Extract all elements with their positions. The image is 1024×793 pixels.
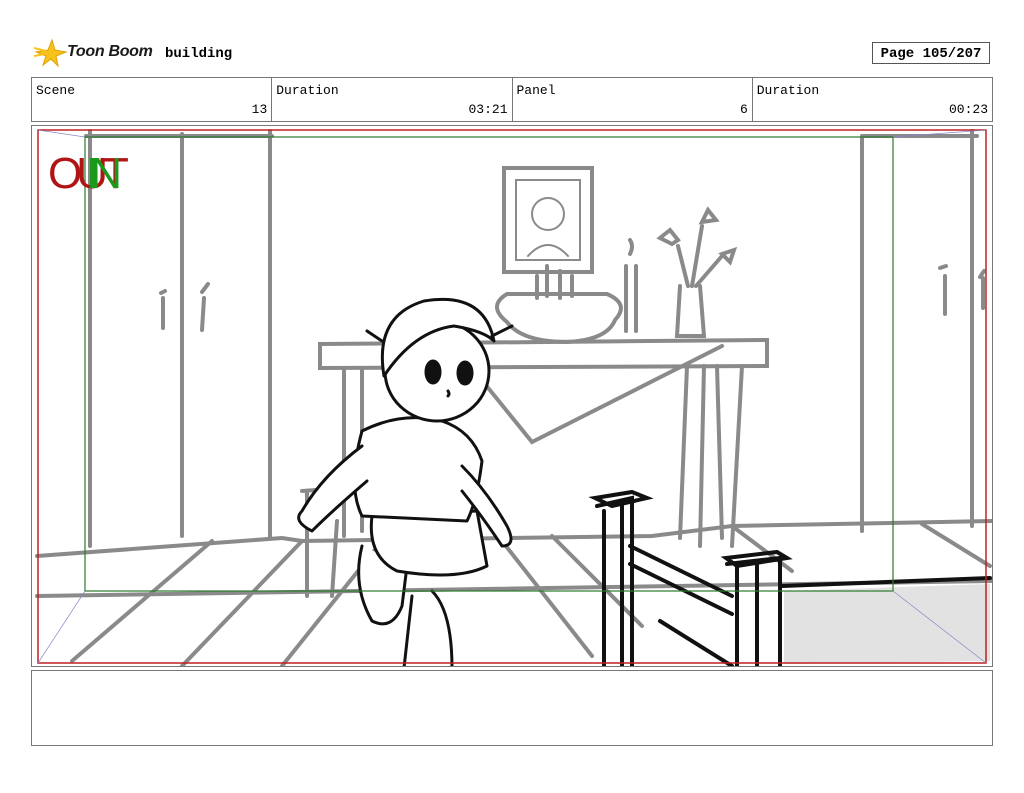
- project-name: building: [165, 46, 233, 62]
- panel-sketch: OUT IN: [35, 129, 992, 666]
- logo-star-icon: [34, 38, 68, 68]
- panel-duration-value: 00:23: [948, 102, 988, 117]
- page-number: Page 105/207: [872, 42, 990, 64]
- girl-character: [297, 297, 514, 666]
- panel-duration-cell: Duration 00:23: [753, 78, 992, 121]
- panel-cell: Panel 6: [513, 78, 753, 121]
- scene-duration-value: 03:21: [468, 102, 508, 117]
- panel-label: Panel: [516, 83, 556, 98]
- panel-duration-label: Duration: [756, 83, 820, 98]
- scene-duration-label: Duration: [276, 83, 339, 98]
- panel-info-row: Scene 13 Duration 03:21 Panel 6 Duration…: [31, 77, 993, 122]
- panel-value: 6: [739, 102, 748, 117]
- floor-shadow: [784, 584, 990, 664]
- scene-cell: Scene 13: [32, 78, 273, 121]
- logo-text: Toon Boom: [67, 43, 153, 60]
- scene-value: 13: [251, 102, 268, 117]
- scene-label: Scene: [36, 83, 76, 98]
- panel-notes-box: [31, 670, 993, 746]
- background-sketch: [35, 129, 992, 666]
- storyboard-panel: OUT IN: [31, 125, 993, 667]
- toon-boom-logo: Toon Boom: [34, 38, 164, 70]
- scene-duration-cell: Duration 03:21: [272, 78, 513, 121]
